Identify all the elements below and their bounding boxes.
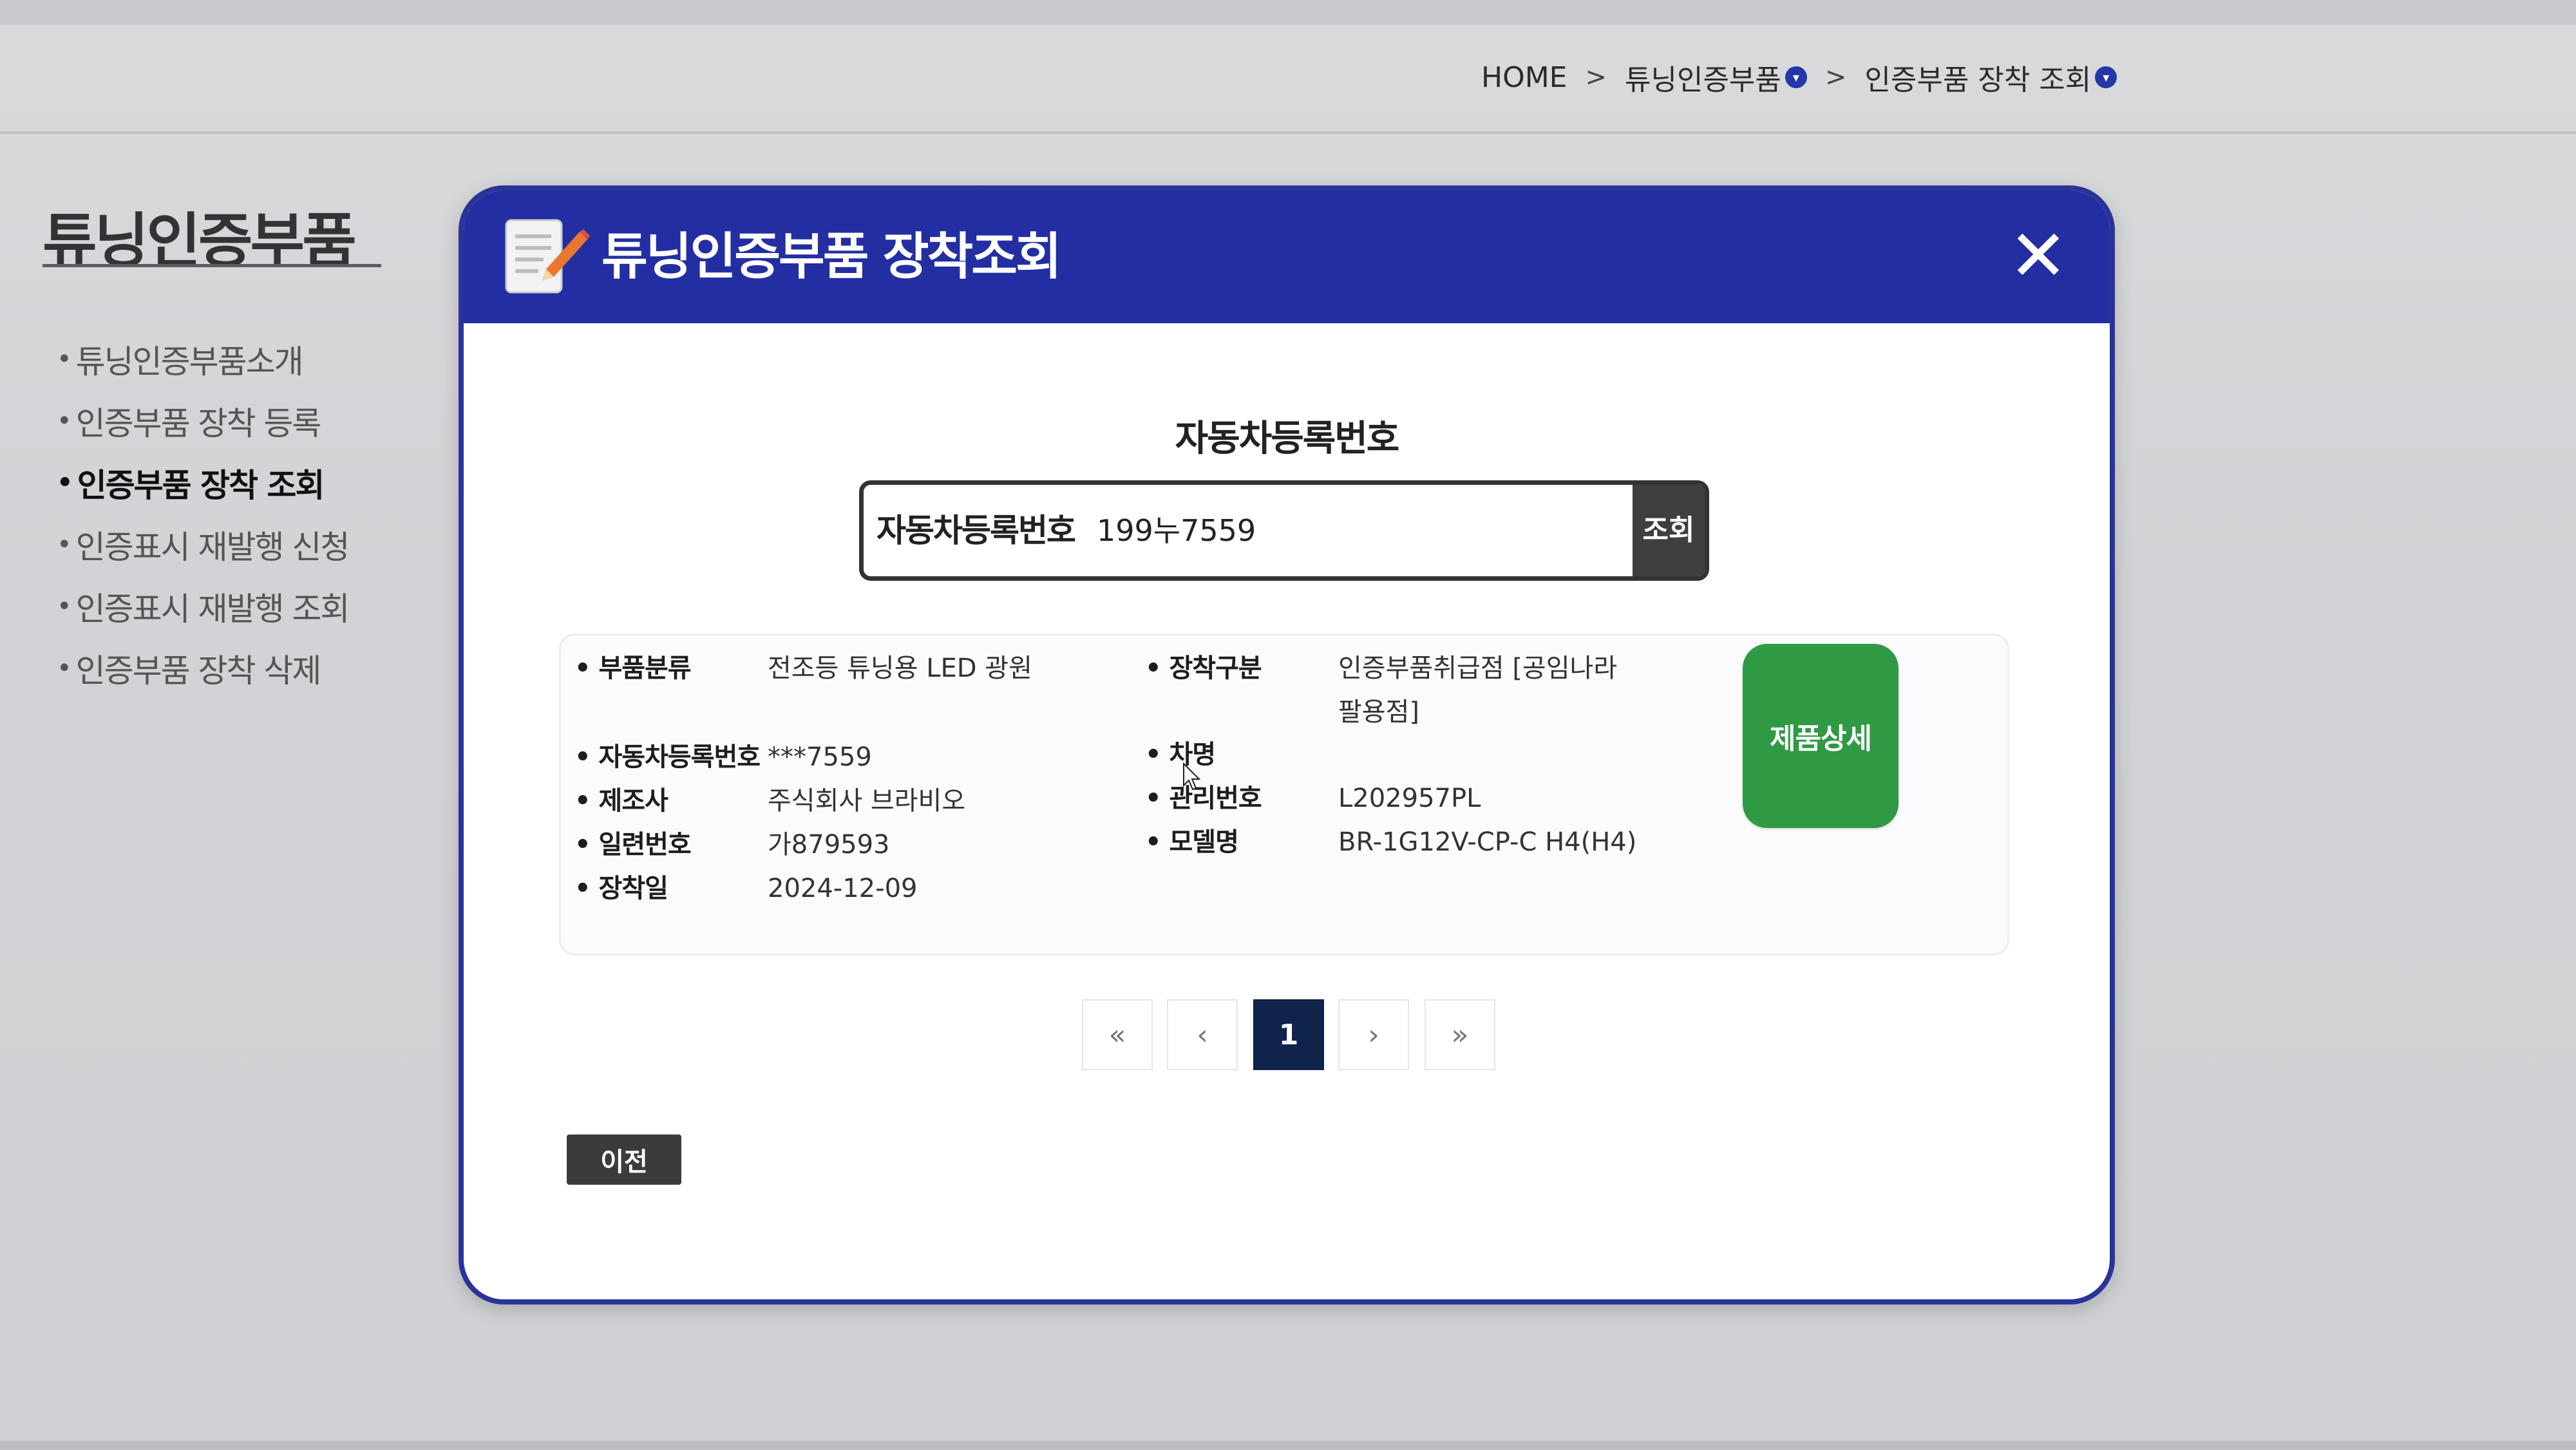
bullet-icon: •: [57, 468, 73, 498]
breadcrumb-separator: >: [1585, 62, 1607, 92]
result-key: 부품분류: [574, 649, 768, 688]
top-strip: [0, 0, 2576, 24]
bullet-icon: •: [57, 592, 72, 621]
result-key: 자동차등록번호: [574, 738, 768, 777]
result-row-reg-no: 자동차등록번호***7559: [574, 738, 872, 777]
breadcrumb-separator: >: [1824, 62, 1847, 92]
result-value: 팔용점]: [1338, 697, 1420, 727]
result-value: 가879593: [768, 830, 890, 860]
sidebar-item-install-lookup[interactable]: • 인증부품 장착 조회: [57, 452, 348, 514]
section-label: 자동차등록번호: [1175, 418, 1400, 460]
bullet-icon: •: [57, 654, 72, 683]
breadcrumb-level1-label: 튜닝인증부품: [1625, 64, 1781, 97]
sidebar-item-intro[interactable]: • 튜닝인증부품소개: [57, 328, 348, 390]
result-key: 장착일: [574, 869, 768, 908]
result-row-date: 장착일2024-12-09: [574, 869, 918, 908]
page-number-button[interactable]: 1: [1253, 999, 1324, 1070]
result-value: 인증부품취급점 [공임나라: [1338, 654, 1618, 683]
sidebar-item-install-register[interactable]: • 인증부품 장착 등록: [57, 390, 348, 452]
bullet-icon: •: [57, 344, 72, 374]
sidebar-item-label: 인증부품 장착 조회: [77, 467, 325, 504]
result-key: 제조사: [574, 782, 768, 820]
sidebar-menu: • 튜닝인증부품소개 • 인증부품 장착 등록 • 인증부품 장착 조회 • 인증표시 …: [57, 328, 350, 699]
sidebar-item-label: 인증부품 장착 등록: [75, 405, 322, 442]
result-row-serial: 일련번호가879593: [574, 825, 890, 864]
result-row-maker: 제조사주식회사 브라비오: [574, 782, 966, 820]
sidebar-item-label: 튜닝인증부품소개: [75, 343, 304, 381]
chevron-down-icon[interactable]: ▾: [1785, 66, 1807, 88]
result-value: BR-1G12V-CP-C H4(H4): [1338, 827, 1637, 857]
back-button[interactable]: 이전: [567, 1135, 681, 1185]
result-value: L202957PL: [1338, 784, 1481, 813]
first-page-button[interactable]: «: [1082, 999, 1153, 1070]
breadcrumb-level2[interactable]: 인증부품 장착 조회 ▾: [1864, 57, 2117, 98]
sidebar-item-label: 인증표시 재발행 조회: [75, 590, 350, 628]
search-label: 자동차등록번호: [876, 512, 1076, 549]
result-row-model: 모델명BR-1G12V-CP-C H4(H4): [1145, 823, 1637, 862]
sidebar-item-install-delete[interactable]: • 인증부품 장착 삭제: [57, 637, 348, 699]
result-key: 모델명: [1145, 823, 1338, 862]
result-row-install-type: 장착구분인증부품취급점 [공임나라: [1145, 649, 1618, 688]
breadcrumb-level2-label: 인증부품 장착 조회: [1864, 64, 2092, 97]
modal-header: 튜닝인증부품 장착조회 ✕: [464, 191, 2110, 323]
result-row-car-name: 차명: [1145, 735, 1338, 774]
bullet-icon: •: [57, 406, 72, 436]
result-value: 2024-12-09: [768, 874, 918, 903]
result-key: 일련번호: [574, 825, 768, 864]
product-detail-button[interactable]: 제품상세: [1743, 644, 1899, 828]
lookup-modal: 튜닝인증부품 장착조회 ✕ 자동차등록번호 자동차등록번호 199누7559 조…: [459, 185, 2115, 1304]
result-key: 장착구분: [1145, 649, 1338, 688]
bullet-icon: •: [57, 530, 72, 560]
breadcrumb-level1[interactable]: 튜닝인증부품 ▾: [1625, 57, 1807, 98]
result-value: 전조등 튜닝용 LED 광원: [768, 654, 1032, 683]
bottom-divider: [0, 1441, 2576, 1450]
result-key: 차명: [1145, 735, 1338, 774]
result-row-category: 부품분류전조등 튜닝용 LED 광원: [574, 649, 1032, 688]
sidebar-item-reissue-lookup[interactable]: • 인증표시 재발행 조회: [57, 576, 350, 637]
next-page-button[interactable]: ›: [1338, 999, 1409, 1070]
chevron-down-icon[interactable]: ▾: [2095, 66, 2117, 88]
prev-page-button[interactable]: ‹: [1167, 999, 1238, 1070]
breadcrumb-home[interactable]: HOME: [1481, 61, 1567, 94]
registration-number-input[interactable]: 199누7559: [1097, 485, 1256, 576]
sidebar-item-reissue-request[interactable]: • 인증표시 재발행 신청: [57, 514, 350, 576]
modal-title: 튜닝인증부품 장착조회: [601, 228, 1062, 286]
last-page-button[interactable]: »: [1425, 999, 1495, 1070]
header-divider: [0, 131, 2576, 134]
edit-document-icon: [505, 219, 590, 294]
sidebar-title-underline: [43, 264, 381, 267]
breadcrumb: HOME > 튜닝인증부품 ▾ > 인증부품 장착 조회 ▾: [1481, 57, 2117, 98]
search-button[interactable]: 조회: [1633, 485, 1705, 576]
result-value: 주식회사 브라비오: [768, 786, 966, 816]
result-row-install-type-cont: 팔용점]: [1338, 693, 1419, 731]
result-value: ***7559: [768, 742, 872, 772]
mouse-cursor-icon: [1183, 762, 1201, 791]
sidebar-item-label: 인증표시 재발행 신청: [75, 529, 350, 566]
close-icon[interactable]: ✕: [2003, 220, 2074, 291]
search-box: 자동차등록번호 199누7559 조회: [859, 480, 1709, 581]
sidebar-item-label: 인증부품 장착 삭제: [75, 652, 322, 690]
result-key: 관리번호: [1145, 779, 1338, 818]
